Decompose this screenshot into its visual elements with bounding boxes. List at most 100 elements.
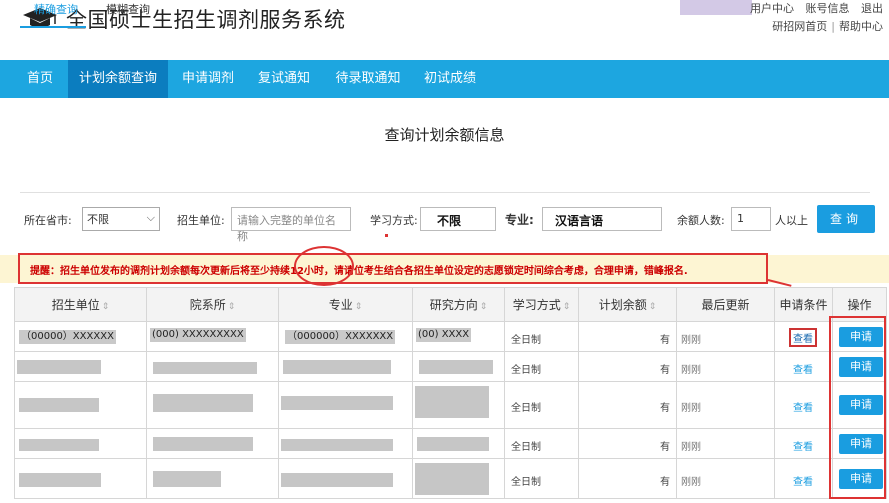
tab-fuzzy-query[interactable]: 模糊查询 <box>106 0 166 28</box>
sort-icon: ⇕ <box>479 302 488 312</box>
redacted-cell <box>153 471 221 487</box>
table-row: 全日制 有 刚刚 查看 申请 <box>14 458 887 499</box>
col-mode[interactable]: 学习方式 ⇕ <box>504 287 579 322</box>
table-row: 全日制 有 刚刚 查看 申请 <box>14 381 887 429</box>
mode-cell: 全日制 <box>511 442 541 453</box>
table-row: （00000）XXXXXX (000) XXXXXXXXX （000000）XX… <box>14 321 887 352</box>
user-center-link[interactable]: 用户中心 <box>750 2 794 15</box>
main-nav: 首页 计划余额查询 申请调剂 复试通知 待录取通知 初试成绩 <box>0 60 889 98</box>
redacted-cell <box>19 473 101 487</box>
results-table: 招生单位 ⇕ 院系所 ⇕ 专业 ⇕ 研究方向 ⇕ 学习方式 ⇕ 计划余额 ⇕ 最后更新 申请… <box>14 287 887 499</box>
view-conditions-link[interactable]: 查看 <box>793 438 813 453</box>
remaining-label: 余额人数: <box>677 214 725 227</box>
study-mode-label: 学习方式: <box>370 214 418 227</box>
notice-text: 提醒：招生单位发布的调剂计划余额每次更新后将至少持续12小时，请请位考生结合各招… <box>30 262 688 277</box>
view-conditions-link[interactable]: 查看 <box>793 399 813 414</box>
account-info-link[interactable]: 账号信息 <box>806 2 850 15</box>
sort-icon: ⇕ <box>101 302 110 312</box>
redacted-cell <box>419 360 493 374</box>
col-dept[interactable]: 院系所 ⇕ <box>146 287 279 322</box>
col-remaining[interactable]: 计划余额 ⇕ <box>578 287 677 322</box>
table-row: 全日制 有 刚刚 查看 申请 <box>14 351 887 382</box>
province-label: 所在省市: <box>24 214 72 227</box>
updated-cell: 刚刚 <box>681 403 701 414</box>
annotation-mark <box>385 234 388 237</box>
tab-divider <box>20 192 870 193</box>
remaining-suffix: 人以上 <box>775 214 808 227</box>
major-input[interactable]: 汉语言语 <box>542 207 662 231</box>
view-conditions-link[interactable]: 查看 <box>789 328 817 347</box>
redacted-cell <box>283 360 391 374</box>
redacted-cell <box>17 360 101 374</box>
redacted-cell <box>153 437 253 451</box>
redacted-cell <box>153 394 253 412</box>
nav-admission-notice[interactable]: 待录取通知 <box>326 60 410 98</box>
updated-cell: 刚刚 <box>681 365 701 376</box>
chevron-down-icon: ⌵ <box>146 211 155 224</box>
remaining-cell: 有 <box>660 403 670 414</box>
remaining-cell: 有 <box>660 365 670 376</box>
col-unit[interactable]: 招生单位 ⇕ <box>14 287 147 322</box>
redacted-cell <box>415 463 489 495</box>
home-portal-link[interactable]: 研招网首页 <box>772 20 827 33</box>
updated-cell: 刚刚 <box>681 477 701 488</box>
redacted-cell <box>281 396 393 410</box>
nav-retest-notice[interactable]: 复试通知 <box>248 60 320 98</box>
sub-links: 研招网首页 | 帮助中心 <box>772 18 883 34</box>
redacted-cell <box>415 386 489 418</box>
top-links: 用户中心 账号信息 退出 <box>742 0 883 16</box>
redacted-cell <box>19 439 99 451</box>
direction-cell: (00) XXXX <box>416 328 472 342</box>
view-conditions-link[interactable]: 查看 <box>793 361 813 376</box>
query-button[interactable]: 查询 <box>817 205 875 233</box>
mode-cell: 全日制 <box>511 335 541 346</box>
col-major[interactable]: 专业 ⇕ <box>278 287 413 322</box>
tab-exact-query[interactable]: 精确查询 <box>20 0 86 28</box>
major-label: 专业: <box>505 213 534 227</box>
remaining-cell: 有 <box>660 335 670 346</box>
col-updated: 最后更新 <box>676 287 775 322</box>
dept-cell: (000) XXXXXXXXX <box>150 328 246 342</box>
unit-input[interactable]: 请输入完整的单位名称 <box>231 207 351 243</box>
col-conditions: 申请条件 <box>774 287 833 322</box>
remaining-input[interactable]: 1 <box>731 207 771 231</box>
notice-suffix: ，请请位考生结合各招生单位设定的志愿锁定时间综合考虑，合理申请，错峰报名. <box>323 266 688 277</box>
nav-exam-scores[interactable]: 初试成绩 <box>414 60 486 98</box>
page-title: 查询计划余额信息 <box>384 126 505 144</box>
table-header-row: 招生单位 ⇕ 院系所 ⇕ 专业 ⇕ 研究方向 ⇕ 学习方式 ⇕ 计划余额 ⇕ 最后更新 申请… <box>14 287 887 322</box>
redacted-cell <box>153 362 257 374</box>
redacted-cell <box>19 398 99 412</box>
sort-icon: ⇕ <box>648 302 657 312</box>
apply-column-highlight-box <box>829 316 886 499</box>
province-select[interactable]: 不限 ⌵ <box>82 207 160 231</box>
unit-label: 招生单位: <box>177 214 225 227</box>
view-conditions-link[interactable]: 查看 <box>793 473 813 488</box>
study-mode-input[interactable]: 不限 <box>420 207 496 231</box>
mode-cell: 全日制 <box>511 365 541 376</box>
unit-cell: （00000）XXXXXX <box>19 330 116 344</box>
help-center-link[interactable]: 帮助中心 <box>839 20 883 33</box>
nav-apply-adjust[interactable]: 申请调剂 <box>172 60 244 98</box>
redacted-cell <box>281 473 393 487</box>
remaining-cell: 有 <box>660 477 670 488</box>
updated-cell: 刚刚 <box>681 442 701 453</box>
highlight-ellipse <box>294 246 354 286</box>
major-cell: （000000）XXXXXXX <box>285 330 396 344</box>
sort-icon: ⇕ <box>562 302 571 312</box>
sort-icon: ⇕ <box>227 302 236 312</box>
province-value: 不限 <box>87 213 109 226</box>
table-row: 全日制 有 刚刚 查看 申请 <box>14 428 887 459</box>
notice-prefix: 提醒：招生单位发布的调剂计划余额每次更新后将至少 <box>30 266 270 277</box>
logout-link[interactable]: 退出 <box>861 2 883 15</box>
link-separator: | <box>831 20 835 33</box>
redacted-cell <box>417 437 489 451</box>
nav-plan-balance[interactable]: 计划余额查询 <box>68 60 168 98</box>
mode-cell: 全日制 <box>511 477 541 488</box>
nav-home[interactable]: 首页 <box>14 60 66 98</box>
remaining-cell: 有 <box>660 442 670 453</box>
redacted-cell <box>281 439 393 451</box>
sort-icon: ⇕ <box>354 302 363 312</box>
updated-cell: 刚刚 <box>681 335 701 346</box>
col-direction[interactable]: 研究方向 ⇕ <box>412 287 505 322</box>
mode-cell: 全日制 <box>511 403 541 414</box>
